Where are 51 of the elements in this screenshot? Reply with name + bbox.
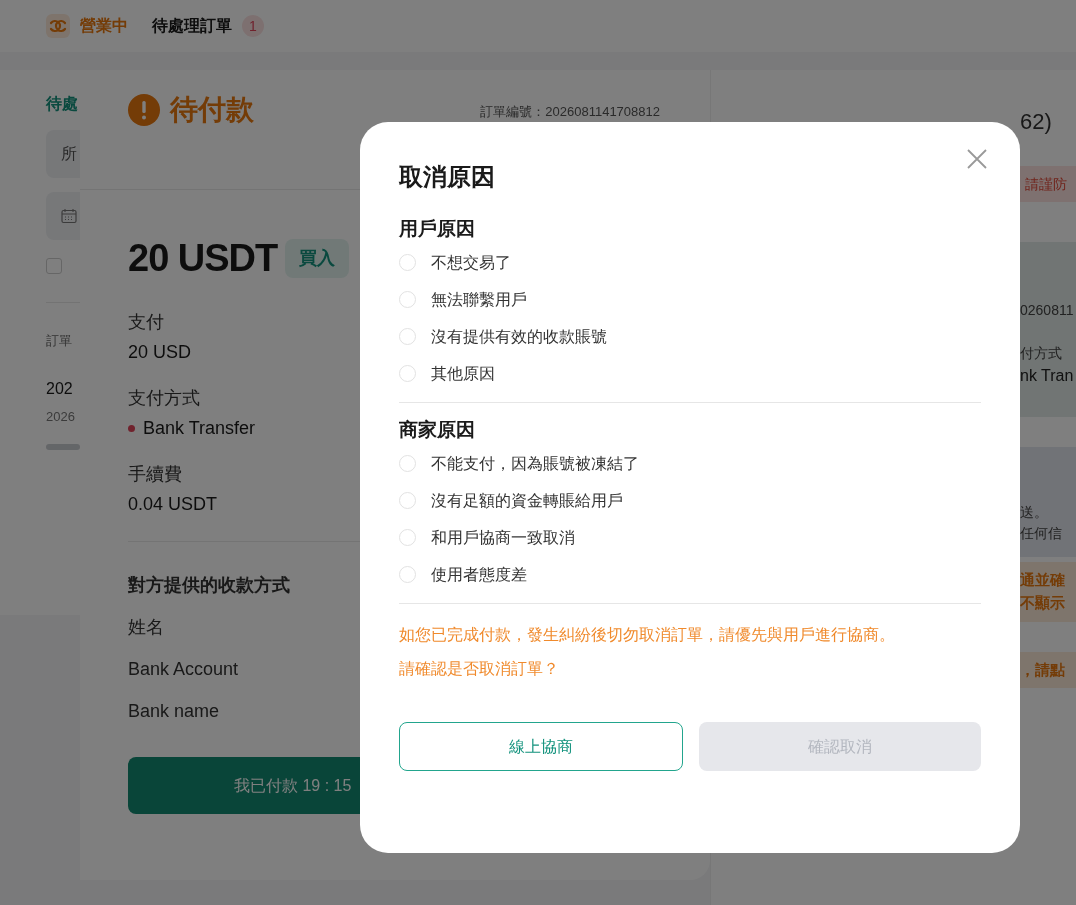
pending-orders-tab[interactable]: 待處理訂單 xyxy=(152,14,232,38)
radio-option[interactable]: 使用者態度差 xyxy=(399,556,981,593)
order-number: 訂單編號：2026081141708812 xyxy=(480,103,660,120)
negotiate-button[interactable]: 線上協商 xyxy=(399,722,683,771)
panel-heading: 待處 xyxy=(46,94,79,114)
order-number: 0260811 xyxy=(1020,301,1075,320)
section-title: 對方提供的收款方式 xyxy=(128,574,290,597)
detail-value: Bank Transfer xyxy=(143,417,256,440)
field-label: 姓名 xyxy=(128,616,164,639)
detail-value: 0.04 USDT xyxy=(128,493,218,516)
status-title: 待付款 xyxy=(170,93,254,127)
radio-option[interactable]: 無法聯繫用戶 xyxy=(399,281,981,318)
side-badge: 買入 xyxy=(285,239,350,278)
detail-label: 支付方式 xyxy=(128,387,200,410)
detail-label: 支付 xyxy=(128,311,164,334)
calendar-icon xyxy=(61,208,77,224)
date-field[interactable] xyxy=(46,192,80,240)
status-label: 營業中 xyxy=(80,16,128,36)
radio-option[interactable]: 其他原因 xyxy=(399,355,981,392)
radio-option[interactable]: 不能支付，因為賬號被凍結了 xyxy=(399,445,981,482)
tip-banner: ，請點 xyxy=(1020,652,1076,688)
column-header: 訂單 xyxy=(46,332,73,350)
checkbox[interactable] xyxy=(46,258,62,274)
counterpart-name: 62) xyxy=(1020,108,1053,136)
group-title: 商家原因 xyxy=(399,418,476,442)
warning-text: 請確認是否取消訂單？ xyxy=(399,659,560,679)
amount: 20 USDT xyxy=(128,236,278,281)
group-title: 用戶原因 xyxy=(399,217,476,241)
field-label: Bank Account xyxy=(128,658,239,681)
order-date: 2026 xyxy=(46,407,76,426)
dialog-title: 取消原因 xyxy=(399,162,496,192)
method-dot xyxy=(128,424,135,432)
detail-value: 20 USD xyxy=(128,341,192,364)
radio-option[interactable]: 不想交易了 xyxy=(399,244,981,281)
warning-icon xyxy=(128,94,160,126)
count-badge: 1 xyxy=(242,15,264,37)
detail-label: 付方式 xyxy=(1020,344,1063,363)
radio-option[interactable]: 沒有提供有效的收款賬號 xyxy=(399,318,981,355)
order-number: 202 xyxy=(46,378,74,399)
warning-banner: 請謹防 xyxy=(1020,166,1076,202)
warning-text: 如您已完成付款，發生糾紛後切勿取消訂單，請優先與用戶進行協商。 xyxy=(399,625,896,645)
detail-value: nk Tran xyxy=(1020,366,1075,386)
tip-banner: 通並確 不顯示 xyxy=(1020,562,1076,622)
scrollbar[interactable] xyxy=(46,444,80,450)
close-icon xyxy=(966,148,988,170)
radio-option[interactable]: 和用戶協商一致取消 xyxy=(399,519,981,556)
detail-label: 手續費 xyxy=(128,463,182,486)
radio-option[interactable]: 沒有足額的資金轉賬給用戶 xyxy=(399,482,981,519)
notice-text: 送。 任何信 xyxy=(1020,503,1063,543)
close-button[interactable] xyxy=(966,148,988,170)
field-label: Bank name xyxy=(128,700,220,723)
